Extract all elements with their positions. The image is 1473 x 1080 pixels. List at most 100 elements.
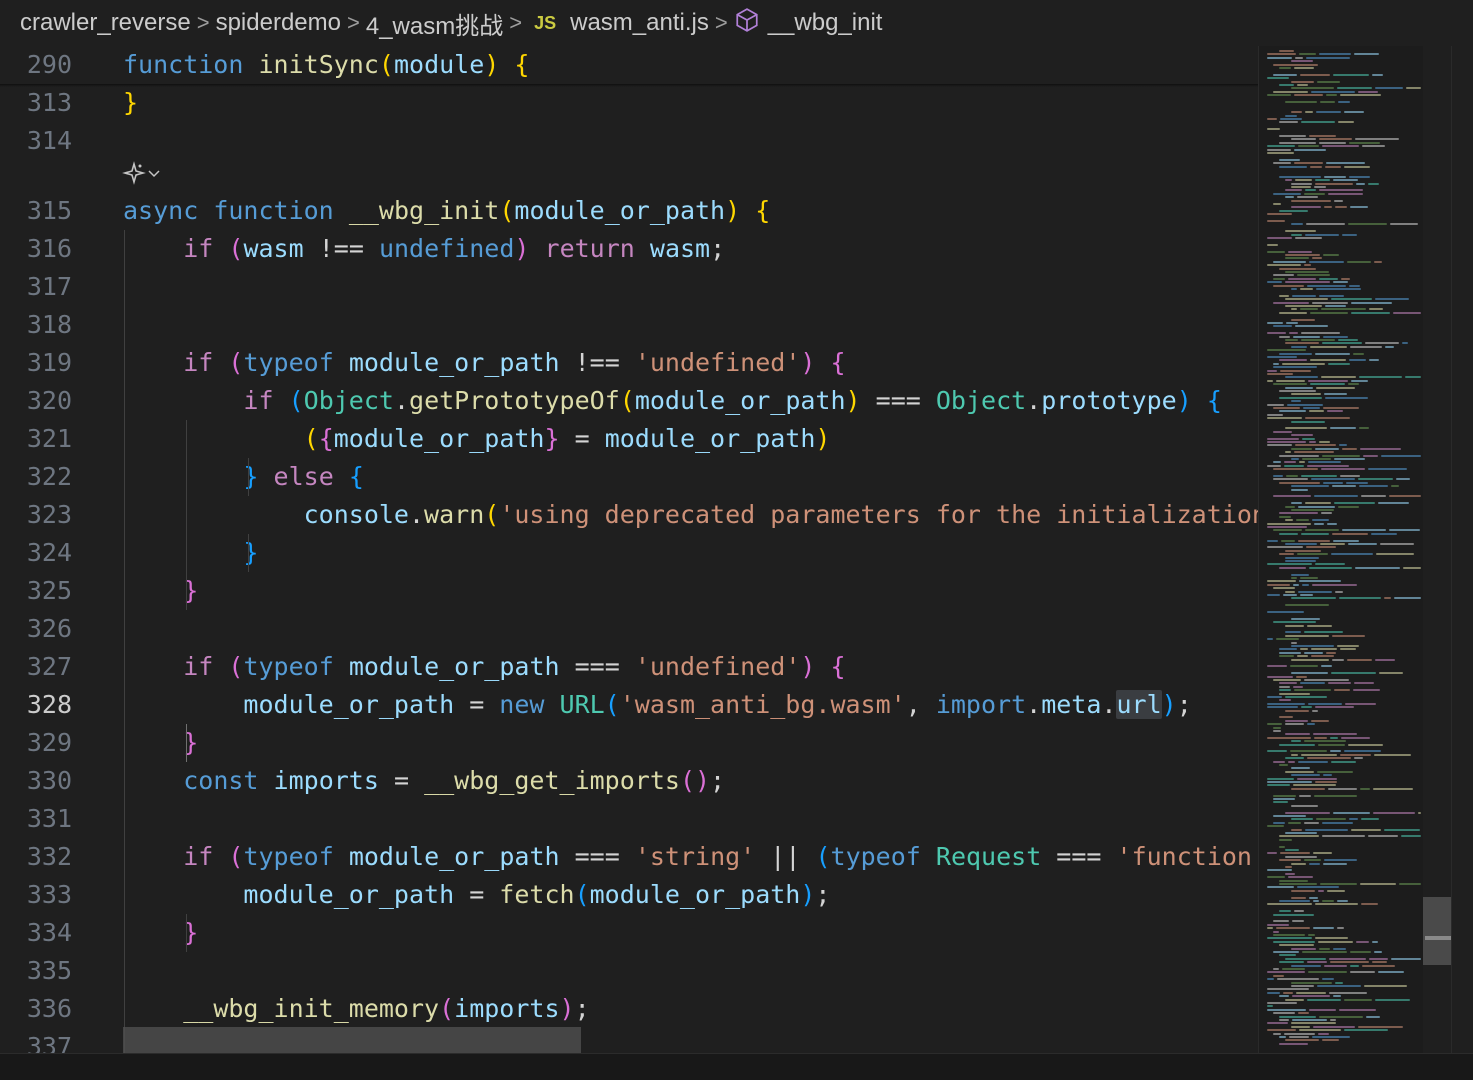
minimap-line bbox=[1291, 345, 1307, 348]
minimap-line bbox=[1285, 230, 1316, 233]
breadcrumb-item-spiderdemo[interactable]: spiderdemo bbox=[216, 9, 341, 37]
minimap-line bbox=[1320, 101, 1335, 103]
code-token: ) bbox=[514, 234, 530, 263]
code-token: typeof bbox=[243, 652, 334, 681]
minimap-line bbox=[1311, 655, 1334, 658]
minimap-line bbox=[1317, 770, 1353, 773]
code-token: return bbox=[544, 234, 635, 263]
minimap-line bbox=[1348, 743, 1383, 746]
code-line[interactable]: 317 bbox=[0, 268, 1258, 306]
minimap-line bbox=[1338, 101, 1350, 103]
code-line[interactable]: 324 } bbox=[0, 534, 1258, 572]
minimap-line bbox=[1291, 87, 1334, 90]
code-text: } else { bbox=[123, 458, 364, 496]
breadcrumb-item-crawler-reverse[interactable]: crawler_reverse bbox=[20, 9, 191, 37]
minimap-line bbox=[1279, 859, 1301, 862]
chevron-down-icon[interactable] bbox=[146, 165, 162, 185]
code-line[interactable]: 334 } bbox=[0, 914, 1258, 952]
minimap-line bbox=[1267, 723, 1282, 726]
line-number: 313 bbox=[26, 88, 72, 117]
minimap-line bbox=[1321, 376, 1356, 379]
minimap-line bbox=[1329, 991, 1367, 994]
code-token: imports bbox=[454, 994, 560, 1023]
minimap-line bbox=[1299, 53, 1316, 56]
horizontal-scrollbar[interactable] bbox=[123, 1027, 581, 1053]
breadcrumb-item-file[interactable]: wasm_anti.js bbox=[570, 9, 709, 37]
code-line[interactable]: 326 bbox=[0, 610, 1258, 648]
code-line[interactable]: 327 if (typeof module_or_path === 'undef… bbox=[0, 648, 1258, 686]
minimap-line bbox=[1273, 430, 1292, 433]
minimap-line bbox=[1267, 250, 1285, 253]
minimap-line bbox=[1307, 757, 1351, 760]
minimap-line bbox=[1333, 539, 1359, 542]
minimap-line bbox=[1312, 257, 1322, 260]
minimap-line bbox=[1267, 413, 1283, 416]
code-line[interactable]: 333 module_or_path = fetch(module_or_pat… bbox=[0, 876, 1258, 914]
code-line[interactable]: 321 ({module_or_path} = module_or_path) bbox=[0, 420, 1258, 458]
code-line[interactable]: 325 } bbox=[0, 572, 1258, 610]
minimap-line bbox=[1285, 451, 1291, 454]
minimap-line bbox=[1273, 621, 1316, 624]
minimap-line bbox=[1322, 454, 1360, 457]
minimap-line bbox=[1297, 886, 1339, 889]
minimap-line bbox=[1351, 379, 1368, 382]
code-token: ( bbox=[574, 880, 590, 909]
code-line[interactable]: 330 const imports = __wbg_get_imports(); bbox=[0, 762, 1258, 800]
minimap-line bbox=[1267, 852, 1277, 855]
vertical-scrollbar-thumb[interactable] bbox=[1423, 897, 1451, 965]
code-line[interactable]: 315 async function __wbg_init(module_or_p… bbox=[0, 192, 1258, 230]
code-token: wasm bbox=[243, 234, 304, 263]
minimap-line bbox=[1324, 859, 1357, 862]
code-line[interactable]: 318 bbox=[0, 306, 1258, 344]
minimap-line bbox=[1309, 862, 1320, 865]
minimap-line bbox=[1279, 141, 1316, 144]
code-token: { bbox=[348, 462, 364, 491]
code-line[interactable]: 322 } else { bbox=[0, 458, 1258, 496]
code-line[interactable]: 316 if (wasm !== undefined) return wasm; bbox=[0, 230, 1258, 268]
code-token: = bbox=[559, 424, 605, 453]
minimap-line bbox=[1322, 835, 1365, 838]
code-line[interactable]: 314 bbox=[0, 122, 1258, 160]
code-line[interactable]: 313} bbox=[0, 84, 1258, 122]
minimap-line bbox=[1313, 733, 1357, 736]
code-line[interactable]: 332 if (typeof module_or_path === 'strin… bbox=[0, 838, 1258, 876]
breadcrumb-item-wasm-folder[interactable]: 4_wasm挑战 bbox=[366, 6, 503, 41]
minimap-line bbox=[1285, 733, 1310, 736]
code-token: ; bbox=[710, 766, 726, 795]
minimap-line bbox=[1267, 781, 1312, 783]
breadcrumb-item-symbol[interactable]: __wbg_init bbox=[768, 9, 883, 37]
minimap-line bbox=[1329, 957, 1366, 960]
code-line[interactable]: 320 if (Object.getPrototypeOf(module_or_… bbox=[0, 382, 1258, 420]
line-number: 325 bbox=[26, 576, 72, 605]
code-line[interactable]: 331 bbox=[0, 800, 1258, 838]
code-line[interactable]: 290 function initSync(module) { bbox=[0, 46, 1258, 84]
code-token: fetch bbox=[499, 880, 575, 909]
code-line[interactable]: 336 __wbg_init_memory(imports); bbox=[0, 990, 1258, 1028]
code-line[interactable]: 335 bbox=[0, 952, 1258, 990]
minimap-line bbox=[1273, 274, 1294, 277]
minimap-line bbox=[1279, 879, 1308, 882]
code-token: . bbox=[1101, 690, 1117, 719]
code-line[interactable]: 323 console.warn('using deprecated param… bbox=[0, 496, 1258, 534]
codelens-actions[interactable] bbox=[122, 159, 162, 191]
code-editor[interactable]: 290 function initSync(module) {313} 314 315… bbox=[0, 46, 1258, 1053]
minimap-line bbox=[1313, 1025, 1355, 1028]
minimap-line bbox=[1291, 308, 1297, 311]
code-line[interactable]: 319 if (typeof module_or_path !== 'undef… bbox=[0, 344, 1258, 382]
minimap-line bbox=[1375, 658, 1395, 661]
minimap-line bbox=[1375, 298, 1409, 301]
minimap-line bbox=[1279, 512, 1318, 515]
minimap[interactable] bbox=[1258, 46, 1424, 1053]
copilot-sparkle-icon[interactable] bbox=[122, 161, 146, 189]
code-line[interactable]: 328 module_or_path = new URL('wasm_anti_… bbox=[0, 686, 1258, 724]
minimap-line bbox=[1297, 274, 1330, 277]
code-token: __wbg_init_memory bbox=[183, 994, 440, 1023]
minimap-line bbox=[1306, 546, 1336, 549]
code-line[interactable]: 329 } bbox=[0, 724, 1258, 762]
minimap-line bbox=[1309, 566, 1352, 569]
